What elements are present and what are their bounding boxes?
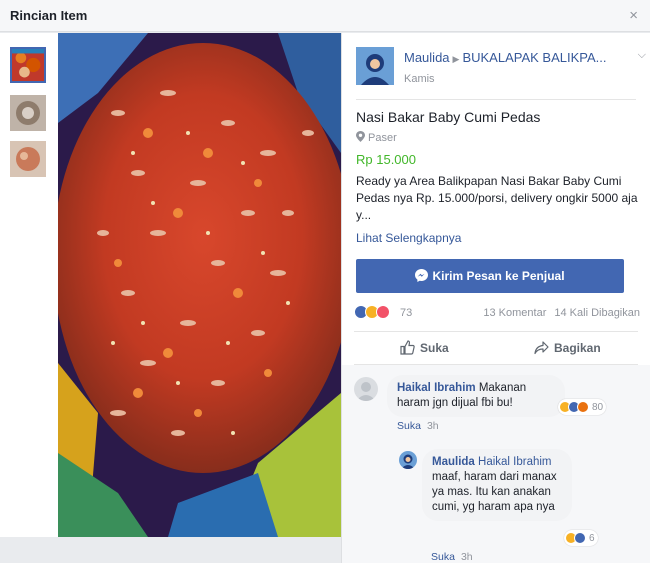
comment-count[interactable]: 13 Komentar xyxy=(483,307,546,319)
group-name-link[interactable]: BUKALAPAK BALIKPA... xyxy=(462,50,606,65)
share-count[interactable]: 14 Kali Dibagikan xyxy=(554,307,640,319)
post-date[interactable]: Kamis xyxy=(404,73,435,85)
chevron-down-icon[interactable]: ⌵ xyxy=(638,49,646,62)
reaction-count[interactable]: 73 xyxy=(400,307,412,319)
close-icon[interactable]: × xyxy=(629,8,638,24)
reply-bubble: Maulida Haikal Ibrahim maaf, haram dari … xyxy=(422,449,572,521)
like-button[interactable]: Suka xyxy=(400,340,449,358)
comments-section: Haikal Ibrahim Makanan haram jgn dijual … xyxy=(342,365,650,563)
location-text: Paser xyxy=(368,132,397,144)
message-seller-label: Kirim Pesan ke Penjual xyxy=(432,269,565,283)
reply-reaction-count: 6 xyxy=(589,533,595,544)
product-photo xyxy=(58,33,341,537)
item-location: Paser xyxy=(356,131,397,144)
reply-author[interactable]: Maulida xyxy=(432,456,475,468)
thumbnail-3[interactable] xyxy=(10,141,46,177)
thumbnail-1[interactable] xyxy=(10,47,46,83)
arrow-right-icon: ▶ xyxy=(452,54,460,64)
see-more-link[interactable]: Lihat Selengkapnya xyxy=(356,231,461,245)
comment-reaction-count: 80 xyxy=(592,402,604,413)
dialog-header: Rincian Item × xyxy=(0,0,650,32)
like-icon xyxy=(574,532,586,544)
commenter-avatar[interactable] xyxy=(354,377,378,401)
reaction-summary: 73 13 Komentar 14 Kali Dibagikan xyxy=(354,305,640,321)
food-photo-illustration xyxy=(58,33,341,537)
comment-bubble: Haikal Ibrahim Makanan haram jgn dijual … xyxy=(387,375,565,417)
comment-time[interactable]: 3h xyxy=(427,420,439,432)
item-description: Ready ya Area Balikpapan Nasi Bakar Baby… xyxy=(356,174,638,222)
comment-reactions[interactable]: 80 xyxy=(558,399,607,415)
divider xyxy=(354,331,638,332)
reply-like-link[interactable]: Suka xyxy=(431,551,455,563)
engagement-counts: 13 Komentar 14 Kali Dibagikan xyxy=(475,307,640,319)
post-author-row: Maulida ▶ BUKALAPAK BALIKPA... ⌵ Kamis xyxy=(356,47,646,87)
reply-mention[interactable]: Haikal Ibrahim xyxy=(478,456,552,468)
love-icon xyxy=(376,305,390,319)
thumbnail-strip xyxy=(0,33,58,537)
comment-author[interactable]: Haikal Ibrahim xyxy=(397,382,476,394)
divider xyxy=(356,99,636,100)
share-arrow-icon xyxy=(534,341,549,355)
reply-meta: Suka 3h xyxy=(431,551,473,563)
item-price: Rp 15.000 xyxy=(356,152,416,167)
message-seller-button[interactable]: Kirim Pesan ke Penjual xyxy=(356,259,624,293)
angry-icon xyxy=(577,401,589,413)
item-title: Nasi Bakar Baby Cumi Pedas xyxy=(356,109,541,125)
reply-text: maaf, haram dari manax ya mas. Itu kan a… xyxy=(432,471,557,513)
thumbs-up-icon xyxy=(400,340,415,355)
dialog-title: Rincian Item xyxy=(10,8,88,23)
reply-time[interactable]: 3h xyxy=(461,551,473,563)
comment-like-link[interactable]: Suka xyxy=(397,420,421,432)
thumbnail-2[interactable] xyxy=(10,95,46,131)
messenger-icon xyxy=(415,269,429,282)
author-name-link[interactable]: Maulida xyxy=(404,50,450,65)
reply-reactions[interactable]: 6 xyxy=(564,530,598,546)
post-panel: Maulida ▶ BUKALAPAK BALIKPA... ⌵ Kamis Nas… xyxy=(341,33,650,563)
comment-meta: Suka 3h xyxy=(397,420,439,432)
location-pin-icon xyxy=(356,131,365,142)
share-button[interactable]: Bagikan xyxy=(534,340,601,358)
like-label: Suka xyxy=(420,341,449,355)
reaction-icons[interactable] xyxy=(354,305,390,321)
author-names: Maulida ▶ BUKALAPAK BALIKPA... xyxy=(404,50,624,65)
share-label: Bagikan xyxy=(554,341,601,355)
reply-author-avatar[interactable] xyxy=(399,451,417,469)
author-avatar[interactable] xyxy=(356,47,394,85)
